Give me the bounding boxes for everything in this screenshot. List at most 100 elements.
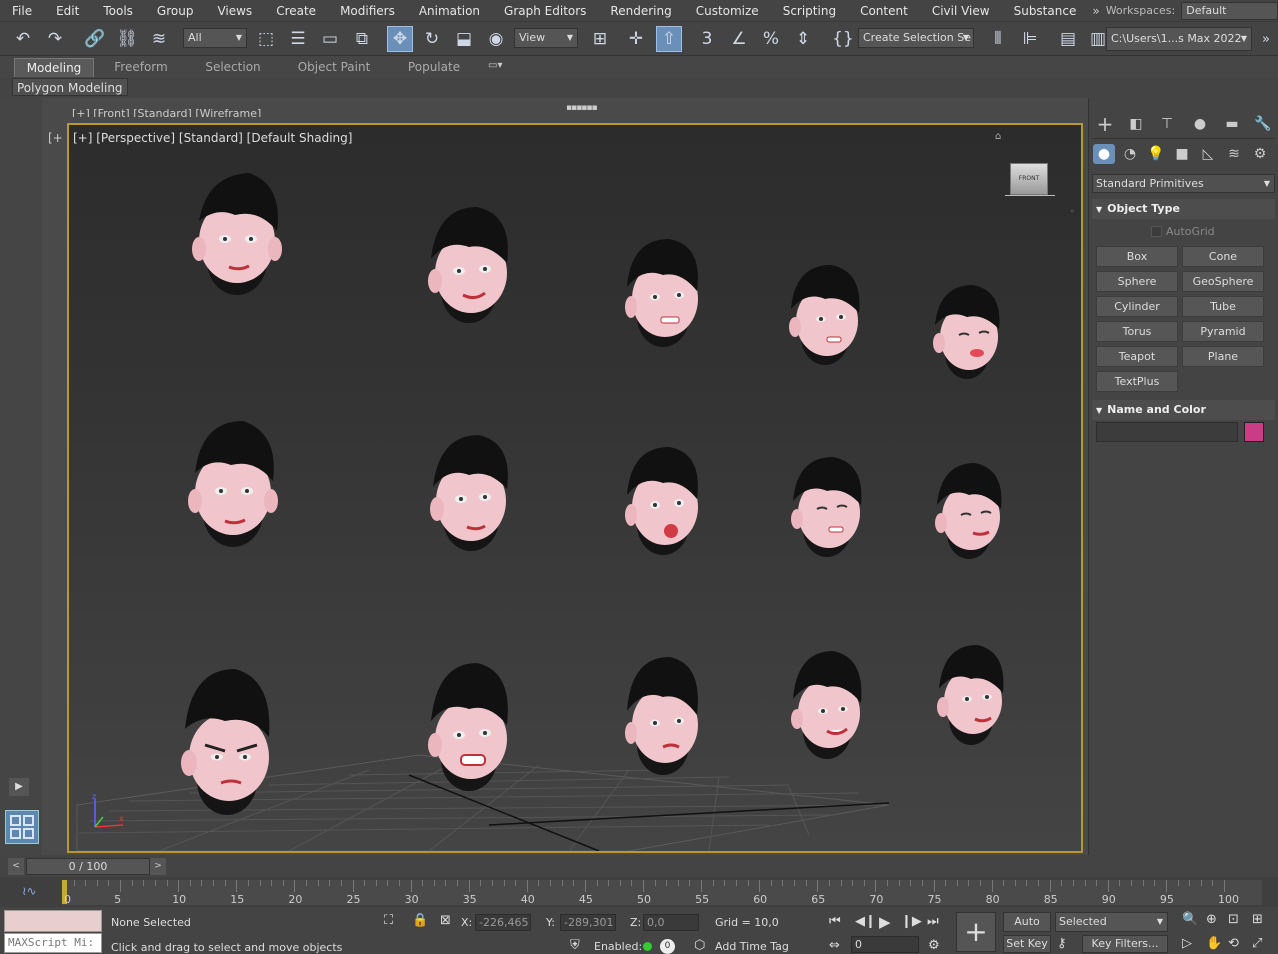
menu-create[interactable]: Create bbox=[264, 0, 328, 22]
name-and-color-rollout[interactable]: ▼ Name and Color bbox=[1092, 400, 1275, 420]
character-head-model[interactable] bbox=[929, 641, 1009, 755]
viewcube-icon[interactable]: FRONT bbox=[1010, 163, 1048, 195]
menu-substance[interactable]: Substance bbox=[1002, 0, 1089, 22]
maxscript-mini-listener[interactable]: MAXScript Mi: bbox=[4, 933, 102, 953]
select-and-scale-icon[interactable]: ⬓ bbox=[451, 26, 477, 52]
mirror-icon[interactable]: ⫴ bbox=[985, 26, 1011, 52]
character-head-model[interactable] bbox=[781, 261, 867, 377]
zoom-extents-icon[interactable]: ⊡ bbox=[1228, 912, 1239, 927]
character-head-model[interactable] bbox=[783, 453, 869, 569]
tab-populate[interactable]: Populate bbox=[392, 58, 476, 77]
select-and-move-icon[interactable]: ✥ bbox=[387, 26, 413, 52]
motion-tab-icon[interactable]: ● bbox=[1189, 114, 1211, 134]
menu-edit[interactable]: Edit bbox=[44, 0, 91, 22]
menu-overflow-icon[interactable]: » bbox=[1092, 4, 1099, 18]
box-button[interactable]: Box bbox=[1096, 246, 1178, 267]
zoom-extents-all-icon[interactable]: ⊞ bbox=[1252, 912, 1263, 927]
systems-icon[interactable]: ⚙ bbox=[1249, 144, 1271, 164]
lights-icon[interactable]: 💡 bbox=[1145, 144, 1167, 164]
character-head-model[interactable] bbox=[175, 665, 279, 825]
select-manipulate-icon[interactable]: ✛ bbox=[623, 26, 649, 52]
tab-selection[interactable]: Selection bbox=[190, 58, 276, 77]
go-to-start-icon[interactable]: ⏮ bbox=[829, 914, 841, 929]
x-coordinate-field[interactable]: -226,465 bbox=[475, 914, 531, 931]
object-color-swatch[interactable] bbox=[1244, 422, 1264, 442]
align-icon[interactable]: ⊫ bbox=[1017, 26, 1043, 52]
named-selection-set-dropdown[interactable]: Create Selection Se ▼ bbox=[858, 28, 974, 48]
maximize-viewport-icon[interactable]: ⤢ bbox=[1252, 936, 1262, 951]
teapot-button[interactable]: Teapot bbox=[1096, 346, 1178, 367]
selection-lock-icon[interactable]: 🔒 bbox=[412, 913, 428, 928]
front-viewport-label[interactable]: [+] [Front] [Standard] [Wireframe] bbox=[72, 107, 261, 117]
angle-snap-icon[interactable]: ∠ bbox=[726, 26, 752, 52]
spinner-snap-icon[interactable]: ⇕ bbox=[790, 26, 816, 52]
zoom-all-icon[interactable]: ⊕ bbox=[1206, 912, 1217, 927]
bind-space-warp-icon[interactable]: ≋ bbox=[146, 26, 172, 52]
character-head-model[interactable] bbox=[617, 653, 707, 787]
rect-selection-icon[interactable]: ▭ bbox=[317, 26, 343, 52]
viewport-splitter-handle[interactable]: ▪▪▪▪▪▪ bbox=[566, 103, 598, 113]
menu-file[interactable]: File bbox=[0, 0, 44, 22]
menu-graph-editors[interactable]: Graph Editors bbox=[492, 0, 598, 22]
edit-named-selection-icon[interactable]: {} bbox=[830, 26, 856, 52]
pivot-center-icon[interactable]: ⊞ bbox=[587, 26, 613, 52]
character-head-model[interactable] bbox=[783, 647, 869, 771]
maxscript-listener-pink[interactable] bbox=[4, 910, 102, 932]
z-coordinate-field[interactable]: 0,0 bbox=[643, 914, 699, 931]
character-head-model[interactable] bbox=[927, 459, 1007, 569]
shield-icon[interactable]: ⛨ bbox=[570, 938, 580, 953]
tube-button[interactable]: Tube bbox=[1182, 296, 1264, 317]
space-warps-icon[interactable]: ≋ bbox=[1223, 144, 1245, 164]
cone-button[interactable]: Cone bbox=[1182, 246, 1264, 267]
current-frame-field[interactable]: 0 bbox=[851, 936, 919, 953]
cameras-icon[interactable]: ■ bbox=[1171, 144, 1193, 164]
curve-editor-icon[interactable]: ≀∿ bbox=[22, 884, 37, 898]
prev-frame-icon[interactable]: < bbox=[8, 858, 24, 875]
isolate-selection-icon[interactable]: ⛶ bbox=[384, 913, 393, 928]
menu-modifiers[interactable]: Modifiers bbox=[328, 0, 407, 22]
menu-civil-view[interactable]: Civil View bbox=[920, 0, 1002, 22]
textplus-button[interactable]: TextPlus bbox=[1096, 371, 1178, 392]
key-filter-selection-dropdown[interactable]: Selected ▼ bbox=[1055, 912, 1168, 932]
selection-filter-dropdown[interactable]: All ▼ bbox=[183, 28, 247, 48]
orbit-icon[interactable]: ⟲ bbox=[1228, 936, 1239, 951]
link-icon[interactable]: 🔗 bbox=[82, 26, 108, 52]
scene-explorer-icon[interactable]: ▤ bbox=[1055, 26, 1081, 52]
helpers-icon[interactable]: ◺ bbox=[1197, 144, 1219, 164]
utilities-tab-icon[interactable]: 🔧 bbox=[1252, 114, 1274, 134]
toolbar-overflow-icon[interactable]: » bbox=[1256, 26, 1276, 52]
torus-button[interactable]: Torus bbox=[1096, 321, 1178, 342]
menu-animation[interactable]: Animation bbox=[407, 0, 492, 22]
object-name-field[interactable] bbox=[1096, 422, 1238, 442]
tab-object-paint[interactable]: Object Paint bbox=[286, 58, 382, 77]
select-and-rotate-icon[interactable]: ↻ bbox=[419, 26, 445, 52]
geometry-icon[interactable]: ● bbox=[1093, 144, 1115, 164]
character-head-model[interactable] bbox=[421, 431, 517, 567]
expand-layout-icon[interactable]: ▶ bbox=[9, 778, 29, 796]
next-frame-button-icon[interactable]: ❙▶ bbox=[901, 914, 922, 929]
unlink-icon[interactable]: ⛓ bbox=[114, 26, 140, 52]
reference-coord-dropdown[interactable]: View ▼ bbox=[514, 28, 578, 48]
time-config-icon[interactable]: ⚙ bbox=[928, 938, 940, 953]
enabled-count-badge[interactable]: 0 bbox=[660, 939, 675, 954]
auto-key-button[interactable]: Auto Key bbox=[1003, 912, 1051, 946]
menu-scripting[interactable]: Scripting bbox=[771, 0, 848, 22]
sphere-button[interactable]: Sphere bbox=[1096, 271, 1178, 292]
plane-button[interactable]: Plane bbox=[1182, 346, 1264, 367]
pyramid-button[interactable]: Pyramid bbox=[1182, 321, 1264, 342]
time-slider[interactable]: 0 / 100 bbox=[26, 858, 150, 875]
character-head-model[interactable] bbox=[419, 659, 515, 805]
add-time-tag-button[interactable]: Add Time Tag bbox=[715, 940, 789, 953]
redo-icon[interactable]: ↷ bbox=[42, 26, 68, 52]
key-icon[interactable]: ⚷ bbox=[1057, 936, 1067, 951]
field-of-view-icon[interactable]: ▷ bbox=[1182, 936, 1192, 951]
primitive-category-dropdown[interactable]: Standard Primitives ▼ bbox=[1092, 174, 1275, 193]
tab-freeform[interactable]: Freeform bbox=[100, 58, 182, 77]
window-crossing-icon[interactable]: ⧉ bbox=[349, 26, 375, 52]
absolute-mode-icon[interactable]: ⊠ bbox=[440, 913, 451, 928]
menu-group[interactable]: Group bbox=[145, 0, 206, 22]
set-key-button[interactable]: Set Key bbox=[1003, 935, 1051, 953]
character-head-model[interactable] bbox=[419, 203, 519, 341]
hierarchy-tab-icon[interactable]: ⊤ bbox=[1156, 114, 1178, 134]
percent-snap-icon[interactable]: % bbox=[758, 26, 784, 52]
